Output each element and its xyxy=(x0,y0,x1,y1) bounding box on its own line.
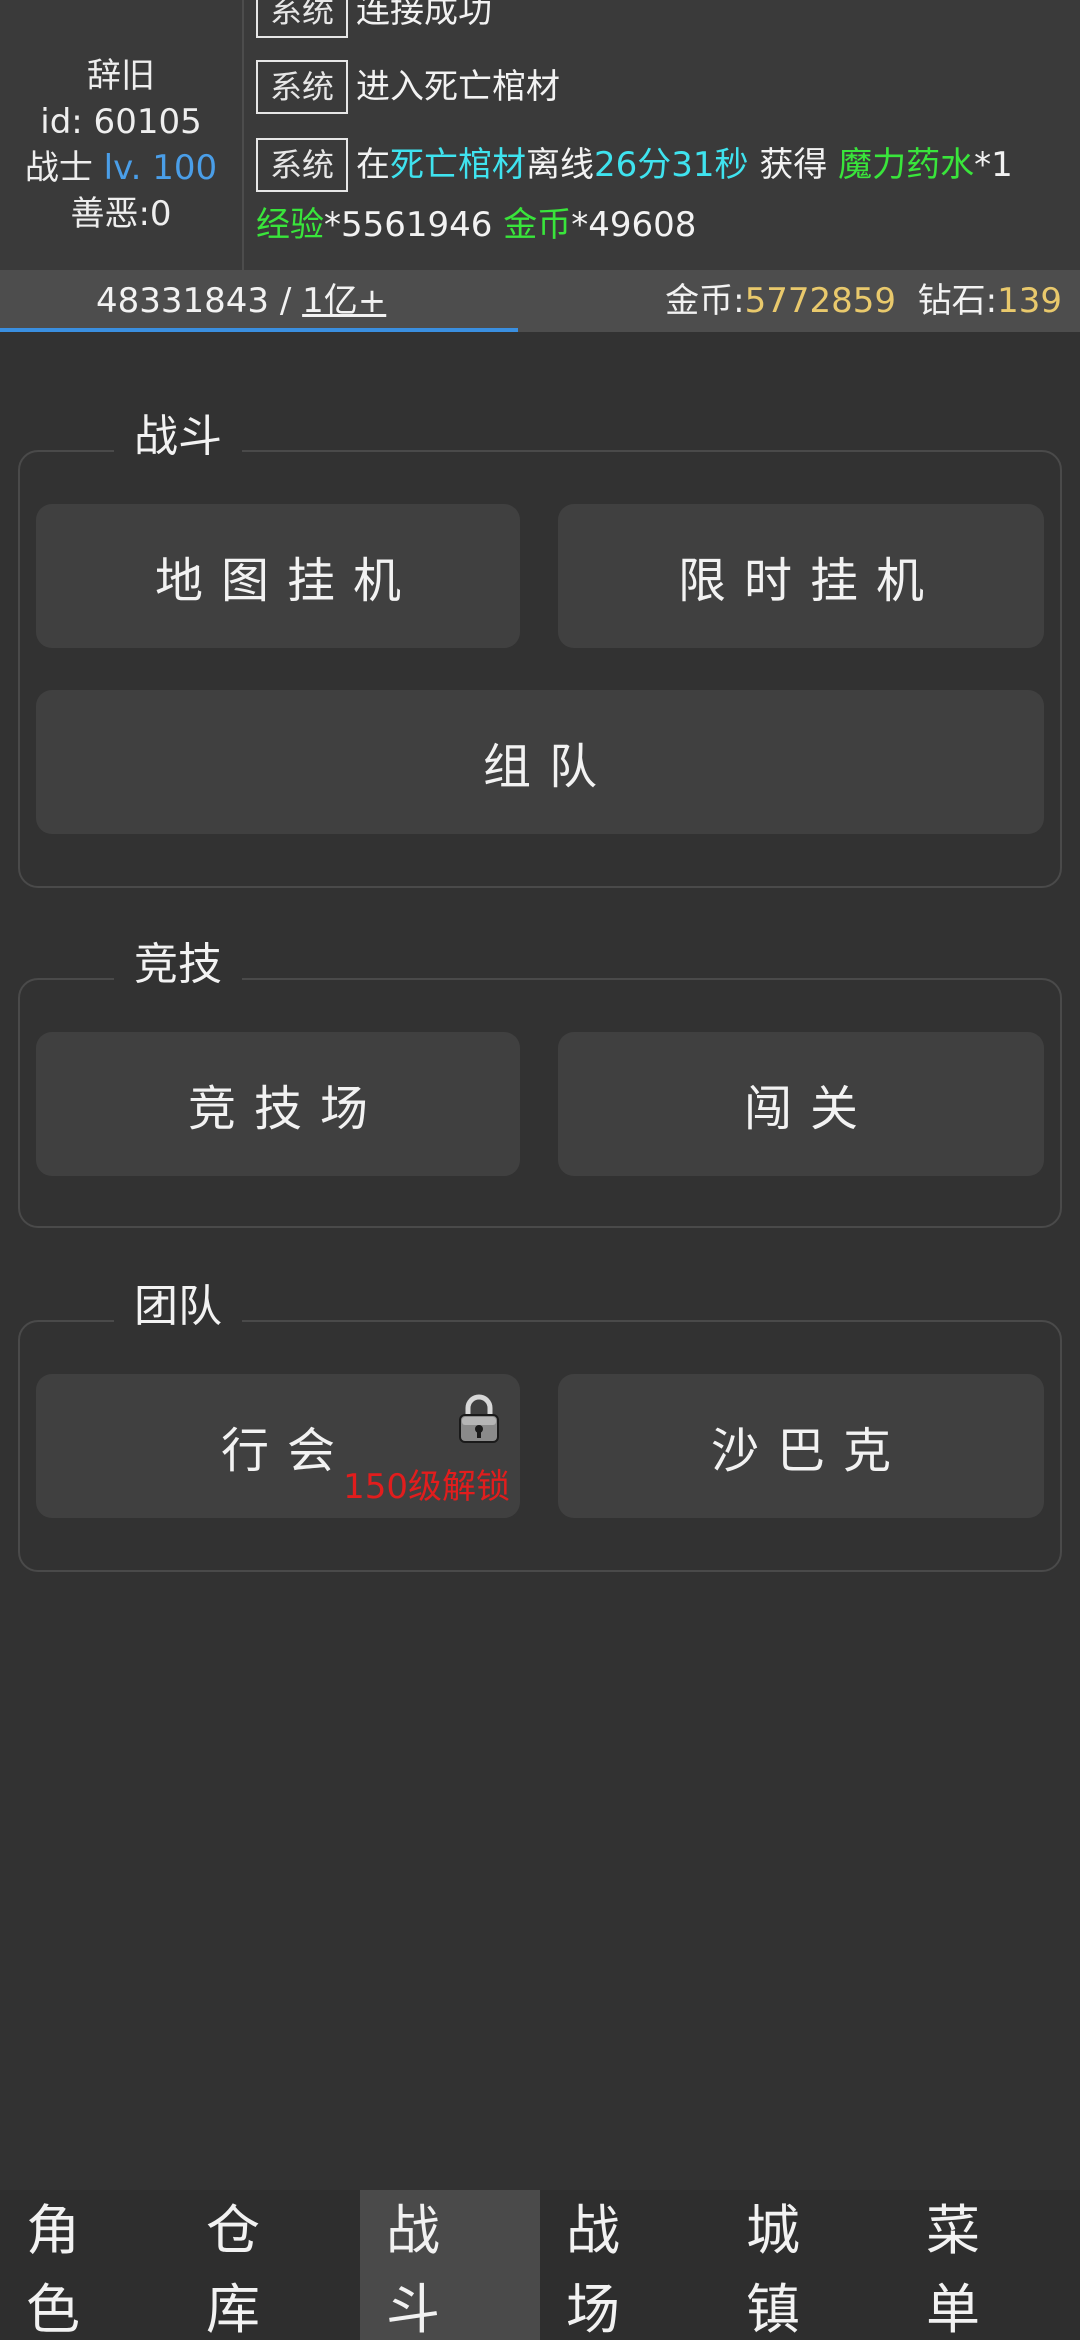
log-gold-value: *49608 xyxy=(571,205,697,245)
sabak-button[interactable]: 沙巴克 xyxy=(558,1374,1044,1518)
nav-tab-character[interactable]: 角色 xyxy=(0,2190,180,2340)
system-log[interactable]: 系统 连接成功 系统 进入死亡棺材 系统 在 死亡棺材 离线 26分31秒 获得… xyxy=(256,0,1076,270)
section-title-group: 团队 xyxy=(114,1282,242,1332)
log-gold-label: 金币 xyxy=(503,205,572,245)
log-text: 连接成功 xyxy=(356,0,493,31)
section-title-battle: 战斗 xyxy=(114,412,242,462)
player-class-level: 战士 lv. 100 xyxy=(25,145,217,191)
nav-tab-label: 战斗 xyxy=(386,2199,466,2340)
log-text: 进入死亡棺材 xyxy=(356,67,561,107)
map-idle-button[interactable]: 地图挂机 xyxy=(36,504,520,648)
exp-current: 48331843 / xyxy=(96,281,303,321)
exp-max: 1亿+ xyxy=(302,281,387,321)
player-name: 辞旧 xyxy=(87,56,155,96)
guild-button[interactable]: 行会 150级解锁 xyxy=(36,1374,520,1518)
map-idle-label: 地图挂机 xyxy=(154,553,419,609)
timed-idle-button[interactable]: 限时挂机 xyxy=(558,504,1044,648)
header: 辞旧 id: 60105 战士 lv. 100 善恶:0 系统 连接成功 系统 … xyxy=(0,0,1080,270)
sabak-label: 沙巴克 xyxy=(710,1423,909,1479)
player-class: 战士 xyxy=(24,148,93,188)
nav-tab-warehouse[interactable]: 仓库 xyxy=(180,2190,360,2340)
system-tag: 系统 xyxy=(256,60,349,114)
nav-tab-town[interactable]: 城镇 xyxy=(720,2190,900,2340)
log-exp-value: *5561946 xyxy=(324,205,504,245)
log-line: 系统 连接成功 xyxy=(256,0,492,38)
log-exp-label: 经验 xyxy=(256,205,324,245)
system-tag: 系统 xyxy=(256,0,349,38)
log-map-name: 死亡棺材 xyxy=(390,145,527,185)
gold-label: 金币: xyxy=(665,281,745,321)
log-offline-time: 26分31秒 xyxy=(594,145,749,185)
section-battle: 战斗 地图挂机 限时挂机 组队 xyxy=(18,412,1062,888)
player-id: id: 60105 xyxy=(40,102,202,142)
exp-text: 48331843 / 1亿+ xyxy=(96,270,386,332)
log-item-name: 魔力药水 xyxy=(838,145,975,185)
exp-bar: 48331843 / 1亿+ 金币:5772859 钻石:139 xyxy=(0,270,1080,332)
guild-unlock-requirement: 150级解锁 xyxy=(343,1467,510,1507)
diamond-value: 139 xyxy=(997,281,1062,321)
lock-icon xyxy=(459,1394,499,1443)
challenge-label: 闯关 xyxy=(743,1081,876,1137)
diamond-label: 钻石: xyxy=(896,281,998,321)
team-label: 组队 xyxy=(482,739,615,795)
nav-tab-label: 菜单 xyxy=(926,2199,1006,2340)
player-karma: 善恶:0 xyxy=(70,194,172,234)
bottom-nav: 角色 仓库 战斗 战场 城镇 菜单 xyxy=(0,2190,1080,2340)
team-button[interactable]: 组队 xyxy=(36,690,1044,834)
nav-tab-label: 角色 xyxy=(26,2199,106,2340)
log-line: 系统 在 死亡棺材 离线 26分31秒 获得 魔力药水 *1 xyxy=(256,138,1013,192)
arena-button[interactable]: 竞技场 xyxy=(36,1032,520,1176)
nav-tab-label: 仓库 xyxy=(206,2199,286,2340)
section-group: 团队 行会 150级解锁 沙巴克 xyxy=(18,1282,1062,1572)
timed-idle-label: 限时挂机 xyxy=(677,553,942,609)
log-item-qty: *1 xyxy=(974,145,1013,185)
nav-tab-menu[interactable]: 菜单 xyxy=(900,2190,1080,2340)
arena-label: 竞技场 xyxy=(187,1081,386,1137)
system-tag: 系统 xyxy=(256,138,349,192)
nav-tab-battle[interactable]: 战斗 xyxy=(360,2190,540,2340)
currency-display: 金币:5772859 钻石:139 xyxy=(665,270,1062,332)
player-level: lv. 100 xyxy=(103,148,218,188)
section-title-arena: 竞技 xyxy=(114,940,242,990)
challenge-button[interactable]: 闯关 xyxy=(558,1032,1044,1176)
section-arena: 竞技 竞技场 闯关 xyxy=(18,940,1062,1228)
player-info[interactable]: 辞旧 id: 60105 战士 lv. 100 善恶:0 xyxy=(0,0,244,270)
nav-tab-label: 城镇 xyxy=(746,2199,826,2340)
log-line: 经验 *5561946 金币 *49608 xyxy=(256,198,696,252)
log-text: 获得 xyxy=(748,145,839,185)
log-text: 在 xyxy=(356,145,391,185)
guild-label: 行会 xyxy=(220,1423,353,1479)
log-line: 系统 进入死亡棺材 xyxy=(256,60,560,114)
log-text: 离线 xyxy=(526,145,595,185)
nav-tab-battlefield[interactable]: 战场 xyxy=(540,2190,720,2340)
gold-value: 5772859 xyxy=(744,281,897,321)
nav-tab-label: 战场 xyxy=(566,2199,646,2340)
